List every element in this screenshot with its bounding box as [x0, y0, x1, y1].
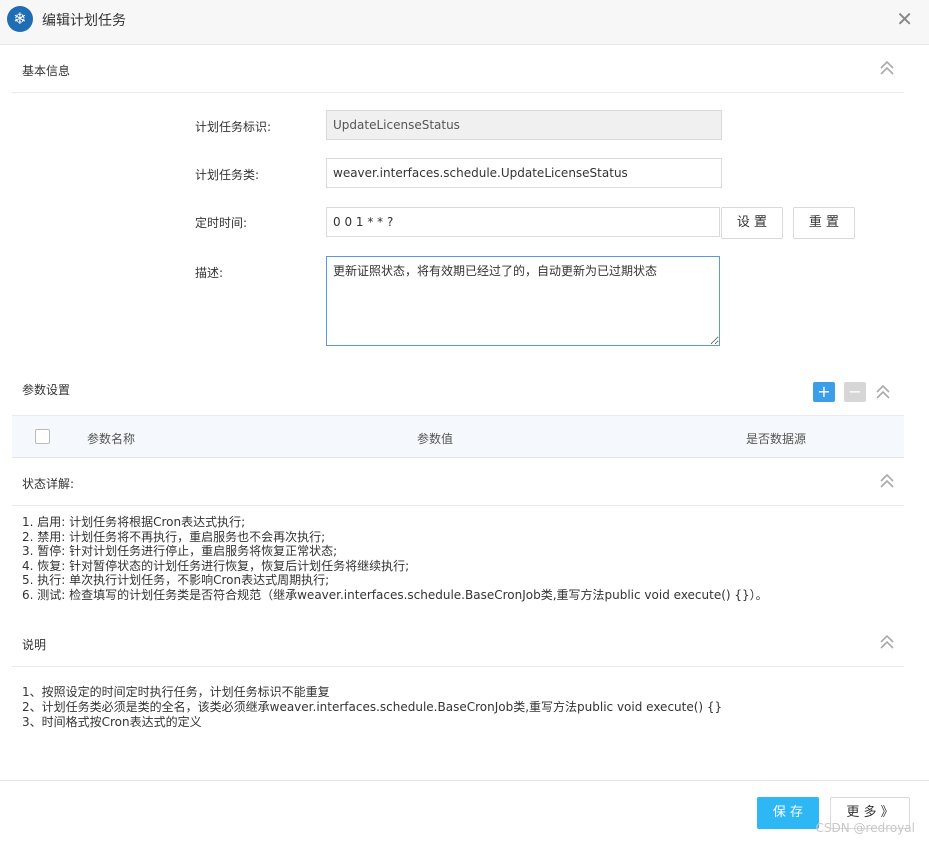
section-title-status: 状态详解:	[22, 477, 75, 491]
save-button[interactable]: 保 存	[757, 797, 819, 829]
section-basic-info: 基本信息	[12, 46, 904, 93]
column-param-value: 参数值	[417, 432, 454, 446]
snowflake-logo-icon: ❄	[7, 6, 33, 32]
column-is-datasource: 是否数据源	[746, 432, 807, 446]
set-cron-button[interactable]: 设 置	[721, 207, 783, 239]
remove-param-minus-icon[interactable]: −	[844, 382, 866, 402]
dialog-title: 编辑计划任务	[42, 13, 126, 29]
description-textarea[interactable]: 更新证照状态，将有效期已经过了的，自动更新为已过期状态	[326, 256, 720, 346]
section-title-notes: 说明	[22, 638, 47, 652]
status-list: 1. 启用: 计划任务将根据Cron表达式执行; 2. 禁用: 计划任务将不再执…	[22, 515, 768, 602]
task-class-label: 计划任务类:	[195, 168, 260, 182]
param-table-header: 参数名称 参数值 是否数据源	[12, 415, 904, 458]
section-notes: 说明	[12, 620, 904, 667]
list-item: 2. 禁用: 计划任务将不再执行，重启服务也不会再次执行;	[22, 529, 326, 544]
description-label: 描述:	[195, 266, 224, 280]
list-item: 5. 执行: 单次执行计划任务，不影响Cron表达式周期执行;	[22, 573, 330, 587]
collapse-up-icon[interactable]	[878, 633, 896, 651]
task-class-input[interactable]: weaver.interfaces.schedule.UpdateLicense…	[326, 158, 722, 188]
task-id-field: UpdateLicenseStatus	[326, 110, 722, 140]
select-all-checkbox[interactable]	[35, 429, 50, 444]
section-title-params: 参数设置	[22, 383, 71, 397]
section-status: 状态详解:	[12, 459, 904, 506]
section-title-basic: 基本信息	[22, 64, 71, 78]
notes-list: 1、按照设定的时间定时执行任务，计划任务标识不能重复 2、计划任务类必须是类的全…	[22, 685, 722, 730]
collapse-up-icon[interactable]	[878, 59, 896, 77]
cron-input[interactable]: 0 0 1 * * ?	[326, 207, 720, 237]
collapse-up-icon[interactable]	[874, 383, 892, 401]
add-param-plus-icon[interactable]: +	[813, 382, 835, 402]
close-icon[interactable]: ✕	[896, 7, 913, 31]
list-item: 1. 启用: 计划任务将根据Cron表达式执行;	[22, 515, 246, 529]
section-params: 参数设置	[12, 366, 904, 414]
dialog-title-bar: ❄ 编辑计划任务 ✕	[0, 0, 929, 45]
reset-cron-button[interactable]: 重 置	[793, 207, 855, 239]
list-item: 1、按照设定的时间定时执行任务，计划任务标识不能重复	[22, 685, 330, 699]
collapse-up-icon[interactable]	[878, 472, 896, 490]
list-item: 3、时间格式按Cron表达式的定义	[22, 715, 202, 729]
task-id-label: 计划任务标识:	[195, 120, 272, 134]
column-param-name: 参数名称	[87, 432, 136, 446]
list-item: 2、计划任务类必须是类的全名，该类必须继承weaver.interfaces.s…	[22, 700, 723, 714]
list-item: 6. 测试: 检查填写的计划任务类是否符合规范（继承weaver.interfa…	[22, 587, 768, 602]
list-item: 4. 恢复: 针对暂停状态的计划任务进行恢复，恢复后计划任务将继续执行;	[22, 558, 410, 573]
list-item: 3. 暂停: 针对计划任务进行停止，重启服务将恢复正常状态;	[22, 544, 338, 558]
watermark-text: CSDN @redroyal	[815, 821, 916, 835]
dialog-footer: 保 存 更 多 》 CSDN @redroyal	[0, 780, 929, 846]
cron-label: 定时时间:	[195, 216, 248, 230]
